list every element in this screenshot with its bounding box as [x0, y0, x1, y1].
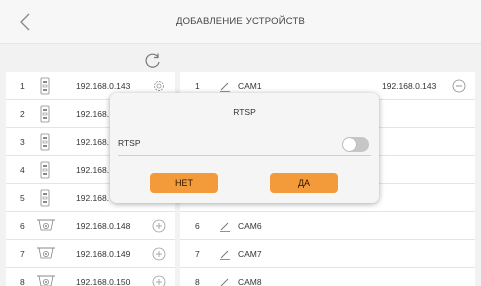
camera-icon: [37, 247, 55, 259]
cam-row-6[interactable]: 6 CAM6: [180, 212, 475, 240]
cam-row-8[interactable]: 8 CAM8: [180, 268, 475, 286]
rtsp-toggle[interactable]: [342, 137, 369, 152]
pencil-icon[interactable]: [218, 219, 232, 233]
row-index: 1: [195, 81, 200, 91]
camera-name: CAM7: [238, 249, 262, 259]
toggle-knob: [343, 138, 356, 151]
device-ip: 192.168.: [76, 193, 110, 203]
camera-name: CAM6: [238, 221, 262, 231]
pencil-icon[interactable]: [218, 247, 232, 261]
device-ip: 192.168.0.148: [76, 221, 131, 231]
device-ip: 192.168.: [76, 137, 110, 147]
door-station-icon: [40, 105, 50, 123]
divider: [118, 155, 371, 156]
rtsp-label: RTSP: [118, 138, 141, 148]
camera-name: CAM8: [238, 277, 262, 286]
door-station-icon: [40, 77, 50, 95]
pencil-icon[interactable]: [218, 79, 232, 93]
row-index: 6: [195, 221, 200, 231]
minus-icon[interactable]: [452, 79, 466, 93]
row-index: 6: [20, 221, 25, 231]
device-ip: 192.168.: [76, 165, 110, 175]
row-index: 1: [20, 81, 25, 91]
door-station-icon: [40, 133, 50, 151]
gear-icon[interactable]: [152, 79, 166, 93]
rtsp-dialog: RTSP RTSP НЕТ ДА: [110, 93, 379, 203]
device-ip: 192.168.0.149: [76, 249, 131, 259]
device-row-7[interactable]: 7 192.168.0.149: [6, 240, 175, 268]
row-index: 8: [20, 277, 25, 286]
device-ip: 192.168.0.143: [76, 81, 131, 91]
row-index: 7: [195, 249, 200, 259]
pencil-icon[interactable]: [218, 275, 232, 286]
page-title: ДОБАВЛЕНИЕ УСТРОЙСТВ: [175, 16, 306, 27]
device-row-8[interactable]: 8 192.168.0.150: [6, 268, 175, 286]
device-row-6[interactable]: 6 192.168.0.148: [6, 212, 175, 240]
row-index: 7: [20, 249, 25, 259]
plus-icon[interactable]: [152, 219, 166, 233]
header-bar: ДОБАВЛЕНИЕ УСТРОЙСТВ: [0, 0, 481, 44]
camera-icon: [37, 219, 55, 231]
cam-row-7[interactable]: 7 CAM7: [180, 240, 475, 268]
row-index: 4: [20, 165, 25, 175]
door-station-icon: [40, 189, 50, 207]
camera-icon: [37, 275, 55, 286]
row-index: 2: [20, 109, 25, 119]
camera-ip: 192.168.0.143: [382, 81, 437, 91]
plus-icon[interactable]: [152, 247, 166, 261]
plus-icon[interactable]: [152, 275, 166, 286]
row-index: 8: [195, 277, 200, 286]
device-ip: 192.168.0.150: [76, 277, 131, 286]
door-station-icon: [40, 161, 50, 179]
no-button[interactable]: НЕТ: [150, 173, 218, 193]
dialog-title: RTSP: [233, 107, 256, 117]
refresh-icon[interactable]: [143, 51, 163, 71]
row-index: 3: [20, 137, 25, 147]
device-ip: 192.168.: [76, 109, 110, 119]
camera-name: CAM1: [238, 81, 262, 91]
row-index: 5: [20, 193, 25, 203]
yes-button[interactable]: ДА: [270, 173, 338, 193]
